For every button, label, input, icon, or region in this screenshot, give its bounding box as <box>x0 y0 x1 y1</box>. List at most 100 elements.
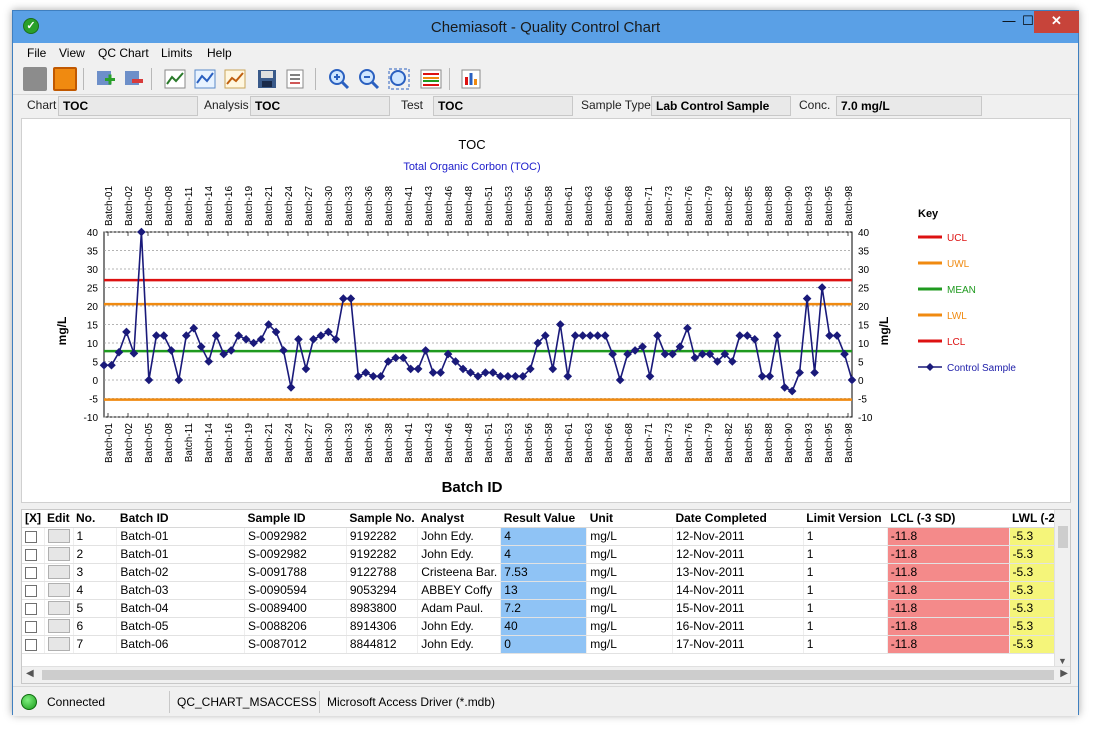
row-sample-no[interactable]: 9053294 <box>346 581 419 600</box>
table-row[interactable]: 6 Batch-05 S-0088206 8914306 John Edy. 40 mg/L… <box>22 617 1070 636</box>
col-sample-no[interactable]: Sample No. <box>346 510 418 528</box>
row-limit-version[interactable]: 1 <box>803 581 888 600</box>
table-row[interactable]: 5 Batch-04 S-0089400 8983800 Adam Paul. 7.2 mg… <box>22 599 1070 618</box>
add-icon[interactable] <box>93 67 117 91</box>
row-unit[interactable]: mg/L <box>586 635 673 654</box>
row-result-value[interactable]: 4 <box>500 527 588 546</box>
table-row[interactable]: 3 Batch-02 S-0091788 9122788 Cristeena Bar. 7… <box>22 563 1070 582</box>
row-edit-button[interactable] <box>44 527 74 546</box>
row-no[interactable]: 4 <box>73 581 118 600</box>
row-sample-no[interactable]: 9192282 <box>346 545 419 564</box>
row-sample-no[interactable]: 8983800 <box>346 599 419 618</box>
row-batch-id[interactable]: Batch-06 <box>116 635 246 654</box>
col-limit-version[interactable]: Limit Version <box>803 510 888 528</box>
row-edit-button[interactable] <box>44 617 74 636</box>
chart-edit-icon[interactable] <box>163 67 187 91</box>
row-edit-button[interactable] <box>44 563 74 582</box>
row-select-checkbox[interactable] <box>22 563 45 582</box>
row-batch-id[interactable]: Batch-04 <box>116 599 246 618</box>
col-date-completed[interactable]: Date Completed <box>672 510 804 528</box>
row-edit-button[interactable] <box>44 599 74 618</box>
col-batch-id[interactable]: Batch ID <box>116 510 245 528</box>
row-sample-no[interactable]: 8914306 <box>346 617 419 636</box>
stop-icon[interactable] <box>23 67 47 91</box>
vertical-scrollbar[interactable]: ▼ <box>1054 510 1070 668</box>
row-sample-no[interactable]: 9122788 <box>346 563 419 582</box>
chart-options-icon[interactable] <box>223 67 247 91</box>
row-limit-version[interactable]: 1 <box>803 545 888 564</box>
scroll-right-icon[interactable]: ▶ <box>1060 668 1068 679</box>
row-unit[interactable]: mg/L <box>586 545 673 564</box>
row-no[interactable]: 2 <box>73 545 118 564</box>
zoom-in-icon[interactable] <box>327 67 351 91</box>
row-sample-id[interactable]: S-0091788 <box>244 563 347 582</box>
scroll-down-icon[interactable]: ▼ <box>1058 656 1067 666</box>
col-sample-id[interactable]: Sample ID <box>244 510 347 528</box>
row-result-value[interactable]: 4 <box>500 545 588 564</box>
menu-qc-chart[interactable]: QC Chart <box>98 46 149 60</box>
table-row[interactable]: 1 Batch-01 S-0092982 9192282 John Edy. 4 mg/L 1… <box>22 527 1070 546</box>
table-row[interactable]: 7 Batch-06 S-0087012 8844812 John Edy. 0 mg/L 1… <box>22 635 1070 654</box>
row-select-checkbox[interactable] <box>22 581 45 600</box>
row-batch-id[interactable]: Batch-02 <box>116 563 246 582</box>
row-sample-id[interactable]: S-0090594 <box>244 581 347 600</box>
row-no[interactable]: 7 <box>73 635 118 654</box>
table-row[interactable]: 4 Batch-03 S-0090594 9053294 ABBEY Coffy 13 mg… <box>22 581 1070 600</box>
test-field[interactable]: TOC <box>433 96 573 116</box>
row-result-value[interactable]: 40 <box>500 617 588 636</box>
row-limit-version[interactable]: 1 <box>803 617 888 636</box>
remove-icon[interactable] <box>121 67 145 91</box>
zoom-out-icon[interactable] <box>357 67 381 91</box>
col-analyst[interactable]: Analyst <box>417 510 501 528</box>
row-batch-id[interactable]: Batch-03 <box>116 581 246 600</box>
row-sample-id[interactable]: S-0092982 <box>244 545 347 564</box>
row-unit[interactable]: mg/L <box>586 599 673 618</box>
table-row[interactable]: 2 Batch-01 S-0092982 9192282 John Edy. 4 mg/L 1… <box>22 545 1070 564</box>
row-sample-id[interactable]: S-0092982 <box>244 527 347 546</box>
row-edit-button[interactable] <box>44 545 74 564</box>
row-batch-id[interactable]: Batch-01 <box>116 527 246 546</box>
row-sample-id[interactable]: S-0089400 <box>244 599 347 618</box>
conc-field[interactable]: 7.0 mg/L <box>836 96 982 116</box>
vscroll-thumb[interactable] <box>1058 526 1068 548</box>
col-no[interactable]: No. <box>73 510 117 528</box>
horizontal-scrollbar[interactable]: ◀ ▶ <box>22 666 1070 683</box>
qc-chart-panel[interactable]: TOC Total Organic Corbon (TOC) Batch ID … <box>21 118 1071 503</box>
row-select-checkbox[interactable] <box>22 545 45 564</box>
chart-field[interactable]: TOC <box>58 96 198 116</box>
row-sample-id[interactable]: S-0088206 <box>244 617 347 636</box>
row-lcl[interactable]: -11.8 <box>887 527 1010 546</box>
save-icon[interactable] <box>255 67 279 91</box>
row-lcl[interactable]: -11.8 <box>887 563 1010 582</box>
row-date-completed[interactable]: 16-Nov-2011 <box>672 617 804 636</box>
row-analyst[interactable]: John Edy. <box>417 635 502 654</box>
row-select-checkbox[interactable] <box>22 617 45 636</box>
menu-file[interactable]: File <box>27 46 46 60</box>
row-date-completed[interactable]: 12-Nov-2011 <box>672 527 804 546</box>
row-limit-version[interactable]: 1 <box>803 527 888 546</box>
analysis-field[interactable]: TOC <box>250 96 390 116</box>
exit-icon[interactable] <box>53 67 77 91</box>
chart-refresh-icon[interactable] <box>193 67 217 91</box>
row-lcl[interactable]: -11.8 <box>887 635 1010 654</box>
zoom-fit-icon[interactable] <box>387 67 411 91</box>
row-unit[interactable]: mg/L <box>586 563 673 582</box>
row-no[interactable]: 3 <box>73 563 118 582</box>
col-lcl[interactable]: LCL (-3 SD) <box>887 510 1009 528</box>
row-sample-no[interactable]: 9192282 <box>346 527 419 546</box>
row-sample-no[interactable]: 8844812 <box>346 635 419 654</box>
col-unit[interactable]: Unit <box>586 510 673 528</box>
menu-view[interactable]: View <box>59 46 85 60</box>
row-date-completed[interactable]: 14-Nov-2011 <box>672 581 804 600</box>
row-result-value[interactable]: 13 <box>500 581 588 600</box>
sample-type-field[interactable]: Lab Control Sample <box>651 96 791 116</box>
row-analyst[interactable]: Adam Paul. <box>417 599 502 618</box>
close-icon[interactable]: ✕ <box>1034 11 1079 33</box>
scroll-left-icon[interactable]: ◀ <box>26 668 34 679</box>
row-no[interactable]: 5 <box>73 599 118 618</box>
row-analyst[interactable]: John Edy. <box>417 527 502 546</box>
row-unit[interactable]: mg/L <box>586 581 673 600</box>
row-analyst[interactable]: John Edy. <box>417 617 502 636</box>
row-select-checkbox[interactable] <box>22 599 45 618</box>
row-analyst[interactable]: ABBEY Coffy <box>417 581 502 600</box>
